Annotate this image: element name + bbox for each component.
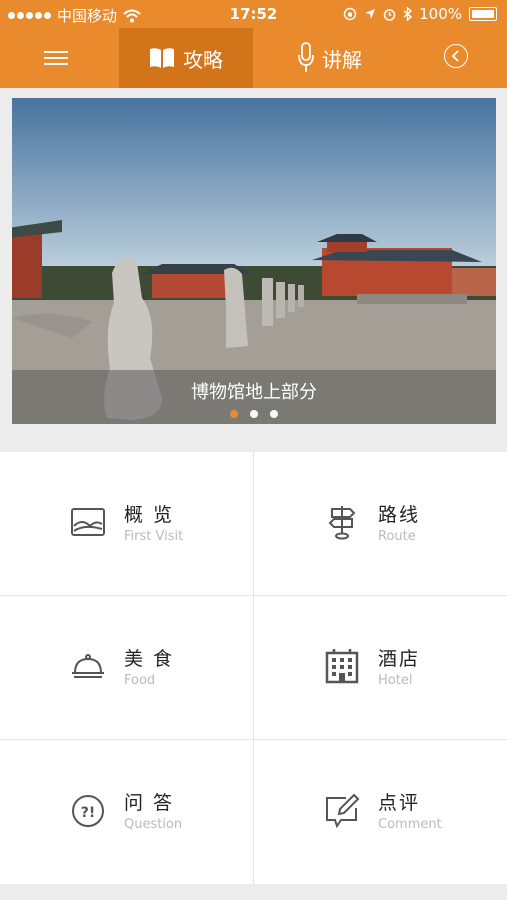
grid-item-food[interactable]: 美 食 Food <box>0 596 253 739</box>
grid-item-subtitle: Route <box>378 529 416 544</box>
status-right: 100% <box>343 5 497 23</box>
comment-edit-icon <box>326 793 360 828</box>
grid-item-subtitle: Question <box>124 817 183 832</box>
cloche-icon <box>72 654 104 678</box>
status-bar: 中国移动 17:52 100% <box>0 0 507 28</box>
question-icon: ?! <box>72 795 104 827</box>
tab-audio-guide[interactable]: 讲解 <box>285 28 375 88</box>
signpost-icon <box>328 506 356 540</box>
banner-caption-bar: 博物馆地上部分 <box>12 370 496 424</box>
banner-carousel[interactable]: 博物馆地上部分 <box>12 98 496 424</box>
grid-item-title: 问 答 <box>124 792 175 814</box>
grid-item-title: 美 食 <box>124 648 175 670</box>
menu-icon[interactable] <box>44 48 68 68</box>
feature-grid: 概 览 First Visit 路线 Route 美 食 Food 酒店 Hot… <box>0 452 507 884</box>
battery-icon <box>469 7 497 21</box>
grid-item-overview[interactable]: 概 览 First Visit <box>0 452 253 595</box>
carousel-pager[interactable] <box>12 410 496 418</box>
grid-item-title: 酒店 <box>378 648 421 670</box>
rotation-lock-icon <box>343 7 357 21</box>
grid-item-subtitle: Comment <box>378 817 442 832</box>
grid-item-subtitle: Hotel <box>378 673 413 688</box>
alarm-icon <box>383 8 396 21</box>
hotel-building-icon <box>325 649 359 684</box>
tab-guide-label: 攻略 <box>183 47 223 72</box>
grid-item-comment[interactable]: 点评 Comment <box>254 740 507 883</box>
tab-guide[interactable]: 攻略 <box>119 28 253 88</box>
microphone-icon <box>298 42 314 72</box>
bluetooth-icon <box>403 7 413 21</box>
nav-bar: 攻略 讲解 <box>0 28 507 88</box>
svg-text:?!: ?! <box>81 805 96 821</box>
grid-item-subtitle: First Visit <box>124 529 184 544</box>
book-icon <box>150 48 174 68</box>
grid-item-title: 概 览 <box>124 504 175 526</box>
pager-dot[interactable] <box>250 410 258 418</box>
grid-item-qa[interactable]: ?! 问 答 Question <box>0 740 253 883</box>
grid-item-route[interactable]: 路线 Route <box>254 452 507 595</box>
grid-item-title: 点评 <box>378 792 421 814</box>
location-icon <box>365 9 376 19</box>
image-icon <box>71 508 105 536</box>
tab-audio-label: 讲解 <box>322 47 362 72</box>
pager-dot[interactable] <box>270 410 278 418</box>
battery-percent: 100% <box>419 5 462 23</box>
pager-dot-active[interactable] <box>230 410 238 418</box>
banner-caption: 博物馆地上部分 <box>191 382 317 403</box>
grid-item-subtitle: Food <box>124 673 156 688</box>
back-icon[interactable] <box>444 44 468 68</box>
grid-item-title: 路线 <box>378 504 421 526</box>
grid-item-hotel[interactable]: 酒店 Hotel <box>254 596 507 739</box>
